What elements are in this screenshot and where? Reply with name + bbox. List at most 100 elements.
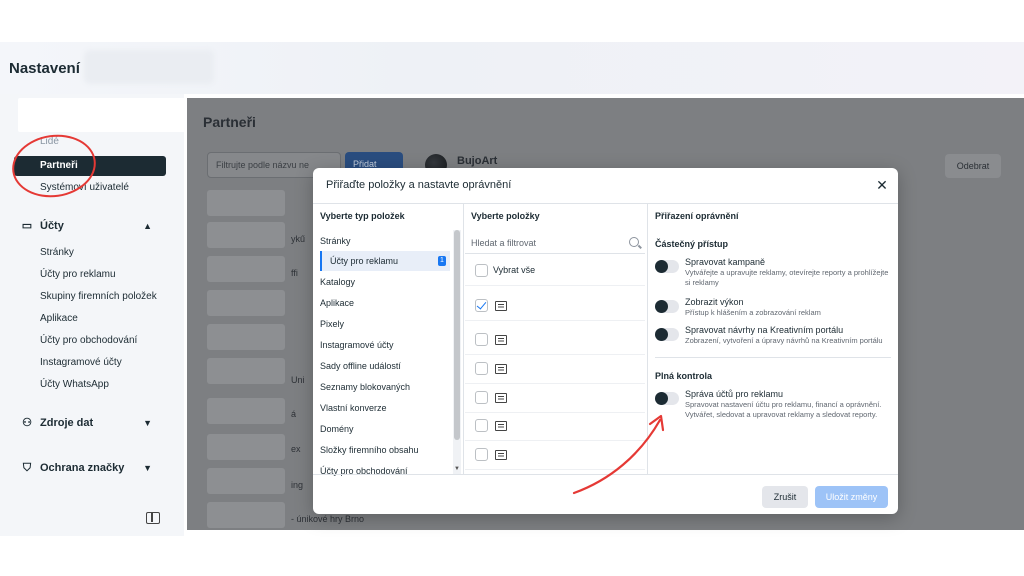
partners-title: Partneři [203,114,256,130]
type-business-content-folders[interactable]: Složky firemního obsahu [320,440,450,460]
ad-account-icon [495,335,507,345]
save-changes-button[interactable]: Uložit změny [815,486,888,508]
search-input[interactable]: Hledat a filtrovat [465,232,645,254]
close-icon[interactable]: ✕ [873,176,891,194]
type-block-lists[interactable]: Seznamy blokovaných [320,377,450,397]
creative-hub-toggle[interactable] [655,328,679,341]
peek-text: Uni [291,375,305,385]
blurred-row [207,324,285,350]
full-control-heading: Plná kontrola [655,371,713,381]
sidebar-item-instagram-accounts[interactable]: Instagramové účty [14,353,166,373]
peek-text: ex [291,444,301,454]
asset-checkbox[interactable] [475,448,488,461]
dialog-header: Přiřaďte položky a nastavte oprávnění ✕ [313,168,898,204]
asset-checkbox[interactable] [475,333,488,346]
remove-button[interactable]: Odebrat [945,154,1001,178]
ad-account-icon [495,421,507,431]
manage-ad-accounts-toggle[interactable] [655,392,679,405]
divider [463,204,464,474]
top-header: Nastavení [0,42,1024,94]
partner-name: BujoArt [457,155,498,167]
asset-row[interactable] [465,355,645,384]
divider [655,357,891,358]
col-permissions-title: Přiřazení oprávnění [655,211,739,221]
scroll-down-icon[interactable]: ▼ [454,466,460,472]
manage-campaigns-toggle[interactable] [655,260,679,273]
permission-desc: Vytvářejte a upravujte reklamy, otevírej… [685,268,889,287]
section-label: Zdroje dat [40,417,94,429]
blurred-row [207,256,285,282]
section-label: Účty [40,220,64,232]
permission-desc: Přístup k hlášením a zobrazování reklam [685,308,821,317]
permission-desc: Zobrazení, vytvoření a úpravy návrhů na … [685,336,883,345]
peek-text: ffi [291,268,298,278]
select-all-label: Vybrat vše [493,265,536,275]
type-offline-event-sets[interactable]: Sady offline událostí [320,356,450,376]
assign-permissions-dialog: Přiřaďte položky a nastavte oprávnění ✕ … [313,168,898,514]
peek-text: á [291,409,297,419]
sidebar-section-brand-safety[interactable]: ⛉ Ochrana značky ▼ [20,458,160,478]
view-performance-toggle[interactable] [655,300,679,313]
blurred-sidebar-header [18,98,190,132]
asset-row[interactable] [465,326,645,355]
blurred-row [207,222,285,248]
permission-desc: Spravovat nastavení účtu pro reklamu, fi… [685,400,882,419]
peek-text: - únikové hry Brno [291,514,365,524]
asset-row[interactable] [465,412,645,441]
section-label: Ochrana značky [40,462,125,474]
select-all-row[interactable]: Vybrat vše [465,257,645,286]
asset-checkbox[interactable] [475,391,488,404]
page-heading: Nastavení [9,60,80,77]
type-custom-conversions[interactable]: Vlastní konverze [320,398,450,418]
sidebar-item-whatsapp-accounts[interactable]: Účty WhatsApp [14,375,166,395]
type-pages[interactable]: Stránky [320,231,450,251]
type-catalogs[interactable]: Katalogy [320,272,450,292]
type-instagram-accounts[interactable]: Instagramové účty [320,335,450,355]
cancel-button[interactable]: Zrušit [762,486,808,508]
collapse-sidebar-icon[interactable] [146,512,160,524]
permission-name: Spravovat kampaně [685,257,766,267]
col-assets-title: Vyberte položky [471,211,540,221]
sidebar-item-commerce-accounts[interactable]: Účty pro obchodování [14,331,166,351]
ad-account-icon [495,393,507,403]
asset-row[interactable] [465,292,645,321]
type-pixels[interactable]: Pixely [320,314,450,334]
shield-icon: ⛉ [22,462,32,474]
sidebar-section-data-sources[interactable]: ⚇ Zdroje dat ▼ [20,413,160,433]
partial-access-heading: Částečný přístup [655,239,729,249]
type-ad-accounts[interactable]: Účty pro reklamu 1 [320,251,450,271]
blurred-row [207,290,285,316]
type-domains[interactable]: Domény [320,419,450,439]
sidebar-section-accounts[interactable]: ▭ Účty ▲ [20,216,160,236]
asset-checkbox[interactable] [475,419,488,432]
search-icon [629,237,639,247]
dialog-title: Přiřaďte položky a nastavte oprávnění [326,179,512,191]
type-list-scrollbar[interactable]: ▼ [453,230,461,474]
peek-text: ing [291,480,304,490]
blurred-row [207,434,285,460]
sidebar-item-business-asset-groups[interactable]: Skupiny firemních položek [14,287,166,307]
sidebar-item-apps[interactable]: Aplikace [14,309,166,329]
permission-name: Správa účtů pro reklamu [685,389,784,399]
asset-checkbox-checked[interactable] [475,299,488,312]
scroll-thumb[interactable] [454,230,460,440]
asset-row[interactable] [465,384,645,413]
screen: Nastavení Lidé Partneři Systémoví uživat… [0,0,1024,576]
asset-row[interactable] [465,441,645,470]
chevron-down-icon: ▼ [143,418,152,428]
sidebar-item-ad-accounts[interactable]: Účty pro reklamu [14,265,166,285]
ad-account-icon [495,450,507,460]
type-apps[interactable]: Aplikace [320,293,450,313]
ad-account-icon [495,364,507,374]
permission-name: Zobrazit výkon [685,297,744,307]
asset-checkbox[interactable] [475,362,488,375]
blurred-row [207,468,285,494]
blurred-row [207,502,285,528]
sidebar-item-pages[interactable]: Stránky [14,243,166,263]
select-all-checkbox[interactable] [475,264,488,277]
blurred-account-name [84,50,214,84]
divider [647,204,648,474]
col-asset-type-title: Vyberte typ položek [320,211,405,221]
blurred-row [207,190,285,216]
dialog-footer [313,474,898,514]
